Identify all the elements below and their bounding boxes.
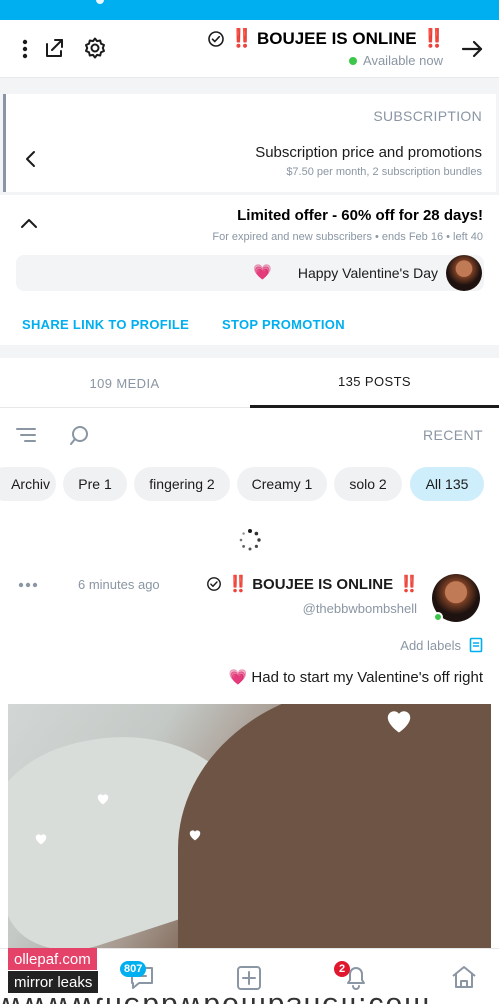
- offer-message-text: Happy Valentine's Day: [297, 265, 438, 281]
- avatar: [446, 255, 482, 291]
- loading-spinner-icon: [238, 528, 262, 552]
- chip-all[interactable]: All 135: [410, 467, 484, 501]
- mirrored-footer-text: wwwwthebbwbombshell.com: [0, 994, 499, 1004]
- heart-emoji: 💗: [228, 669, 248, 686]
- offer-detail: For expired and new subscribers • ends F…: [212, 231, 483, 243]
- status-bar-dot: [96, 0, 104, 4]
- more-horizontal-icon[interactable]: [18, 582, 38, 588]
- chip-archive[interactable]: Archiv: [0, 467, 56, 501]
- chip-creamy[interactable]: Creamy 1: [237, 467, 327, 501]
- mirrored-footer-strip: wwwwthebbwbombshell.com: [0, 994, 499, 1004]
- heart-emoji: 💗: [253, 264, 272, 281]
- limited-offer-card: Limited offer - 60% off for 28 days! For…: [0, 195, 499, 345]
- online-dot-icon: [349, 56, 358, 65]
- chip-pre[interactable]: Pre 1: [63, 467, 127, 501]
- profile-tabs: 135 POSTS 109 MEDIA: [0, 358, 499, 408]
- chip-fingering[interactable]: fingering 2: [134, 467, 230, 501]
- status-bar: [0, 0, 499, 20]
- share-link-button[interactable]: SHARE LINK TO PROFILE: [22, 317, 189, 332]
- profile-name: BOUJEE IS ONLINE: [256, 28, 417, 48]
- post-author-name[interactable]: ‼️ BOUJEE IS ONLINE ‼️: [206, 574, 419, 594]
- notifications-badge: 2: [334, 961, 350, 977]
- heart-icon: [189, 830, 201, 841]
- sort-label[interactable]: RECENT: [423, 427, 483, 443]
- heart-icon: [387, 711, 411, 733]
- offer-message: 💗 Happy Valentine's Day: [16, 255, 484, 291]
- add-labels-button[interactable]: Add labels: [400, 637, 483, 653]
- availability-text: Available now: [363, 53, 443, 68]
- more-vertical-icon[interactable]: [12, 36, 38, 62]
- subscription-title: Subscription price and promotions: [255, 144, 482, 161]
- profile-header: ‼️ BOUJEE IS ONLINE ‼️ Available now: [0, 20, 499, 78]
- double-exclamation-emoji: ‼️: [228, 576, 248, 593]
- home-icon[interactable]: [450, 963, 478, 991]
- watermark-site: ollepaf.com: [8, 948, 97, 970]
- offer-title: Limited offer - 60% off for 28 days!: [237, 207, 483, 224]
- tab-posts[interactable]: 135 POSTS: [250, 358, 499, 408]
- verified-icon: [206, 576, 222, 592]
- post-author-name-text: BOUJEE IS ONLINE: [252, 575, 394, 593]
- subscription-heading: SUBSCRIPTION: [373, 108, 482, 124]
- post-text-body: Had to start my Valentine's off right: [251, 669, 483, 686]
- double-exclamation-emoji: ‼️: [422, 28, 445, 48]
- search-icon[interactable]: [68, 425, 90, 447]
- heart-icon: [35, 834, 47, 845]
- double-exclamation-emoji: ‼️: [399, 576, 419, 593]
- chevron-up-icon[interactable]: [20, 217, 38, 229]
- label-tag-icon: [469, 637, 483, 653]
- add-labels-text: Add labels: [400, 637, 461, 653]
- online-dot-icon: [433, 612, 443, 622]
- share-icon[interactable]: [42, 35, 68, 61]
- back-arrow-icon[interactable]: [459, 36, 485, 62]
- profile-title: ‼️ BOUJEE IS ONLINE ‼️: [207, 28, 445, 49]
- settings-gear-icon[interactable]: [82, 35, 108, 61]
- tab-media[interactable]: 109 MEDIA: [0, 358, 249, 408]
- add-post-icon[interactable]: [236, 965, 262, 991]
- media-skin-area: [178, 704, 491, 948]
- double-exclamation-emoji: ‼️: [230, 28, 253, 48]
- verified-icon: [207, 30, 225, 48]
- post-timestamp: 6 minutes ago: [78, 577, 160, 592]
- subscription-card[interactable]: SUBSCRIPTION Subscription price and prom…: [3, 94, 496, 192]
- watermark-tagline: mirror leaks: [8, 971, 99, 993]
- messages-badge: 807: [120, 961, 147, 977]
- post-author-handle[interactable]: @thebbwbombshell: [303, 601, 417, 616]
- post-text: 💗 Had to start my Valentine's off right: [229, 668, 483, 686]
- heart-icon: [97, 794, 109, 805]
- post-media-image[interactable]: [8, 704, 491, 948]
- chip-solo[interactable]: solo 2: [334, 467, 402, 501]
- chevron-left-icon[interactable]: [24, 150, 38, 168]
- availability-status: Available now: [349, 53, 443, 68]
- sort-lines-icon[interactable]: [14, 425, 38, 445]
- subscription-detail: $7.50 per month, 2 subscription bundles: [286, 166, 482, 178]
- stop-promotion-button[interactable]: STOP PROMOTION: [222, 317, 345, 332]
